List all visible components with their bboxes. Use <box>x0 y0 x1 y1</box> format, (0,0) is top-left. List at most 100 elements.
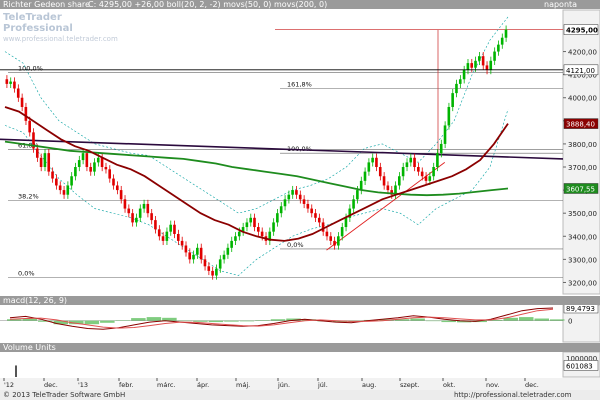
candle-body <box>146 203 150 214</box>
candle-body <box>466 63 470 71</box>
candle-body <box>443 125 447 144</box>
macd-panel-header: macd(12, 26, 9) <box>0 296 600 305</box>
candle-body <box>154 220 157 230</box>
x-axis-tick-label: febr. <box>119 381 134 389</box>
candle-body <box>329 236 333 241</box>
candle-body <box>234 236 237 241</box>
macd-signal-line <box>9 308 554 329</box>
candle-body <box>70 176 73 186</box>
candle-body <box>276 213 279 223</box>
x-axis-tick-label: júl. <box>317 381 328 389</box>
footer: © 2013 TeleTrader Software GmbH http://p… <box>0 390 600 400</box>
candle-body <box>455 83 458 94</box>
candle-body <box>401 167 405 177</box>
symbol-label: Richter Gedeon share <box>3 0 90 9</box>
candle-body <box>138 208 142 218</box>
x-axis-tick-label: máj. <box>236 381 250 389</box>
candle-body <box>119 190 123 200</box>
candle-body <box>249 217 252 223</box>
candle-body <box>489 60 493 71</box>
candle-body <box>481 56 485 66</box>
interval-label[interactable]: naponta <box>544 0 577 9</box>
candle-body <box>222 254 226 260</box>
candle-body <box>16 88 20 98</box>
candle-body <box>207 266 211 271</box>
candle-body <box>405 162 409 168</box>
fib-level-label: 100,0% <box>18 64 43 72</box>
price-axis-tick-label: 3800,00 <box>568 141 597 149</box>
candle-body <box>485 65 489 71</box>
x-axis-tick-label: szept. <box>400 381 420 389</box>
macd-histogram-bar <box>425 320 441 322</box>
candle-body <box>333 240 336 246</box>
price-panel[interactable]: 4200,004100,004000,003900,003800,003700,… <box>0 9 600 295</box>
price-axis-tick-label: 4200,00 <box>568 49 597 57</box>
candle-body <box>291 190 294 195</box>
volume-panel[interactable]: 1000000601083 <box>15 351 600 378</box>
footer-url[interactable]: http://professional.teletrader.com <box>454 390 571 400</box>
candle-body <box>245 222 249 228</box>
candle-body <box>108 169 111 179</box>
candle-body <box>386 185 390 191</box>
candle-body <box>96 157 100 163</box>
fib-level-label: 0,0% <box>287 241 304 249</box>
candle-body <box>447 106 451 126</box>
candle-body <box>359 180 363 191</box>
candle-body <box>504 29 508 38</box>
candle-body <box>257 227 260 232</box>
macd-histogram-bar <box>270 319 286 321</box>
macd-label: macd(12, 26, 9) <box>3 296 68 305</box>
candle-body <box>184 245 188 253</box>
macd-histogram-bar <box>534 318 549 321</box>
candle-body <box>20 97 24 107</box>
candle-body <box>116 185 119 191</box>
candle-body <box>436 153 439 168</box>
candle-body <box>211 270 214 276</box>
volume-bar <box>15 365 17 377</box>
candle-body <box>5 79 9 84</box>
candle-body <box>363 171 367 181</box>
candle-body <box>24 106 28 121</box>
price-axis-tick-label: 3400,00 <box>568 233 597 241</box>
fib-level-label: 161,8% <box>287 81 312 89</box>
candle-body <box>356 190 359 200</box>
candle-body <box>382 176 386 186</box>
macd-histogram-bar <box>255 320 270 321</box>
x-axis-background <box>0 378 600 390</box>
candle-body <box>397 176 401 186</box>
candle-body <box>55 178 58 186</box>
candle-body <box>135 217 138 223</box>
macd-histogram-bar <box>441 320 456 323</box>
candle-body <box>420 171 424 177</box>
candle-body <box>462 70 466 80</box>
candle-body <box>176 233 180 241</box>
candle-body <box>314 213 317 218</box>
candle-body <box>43 153 47 168</box>
candle-body <box>325 231 329 237</box>
candle-body <box>226 247 230 255</box>
trendline-support <box>326 162 446 251</box>
candle-body <box>371 157 374 163</box>
candle-body <box>180 240 184 246</box>
candle-body <box>428 176 432 181</box>
x-axis-tick-label: nov. <box>486 381 500 389</box>
candle-body <box>13 81 16 89</box>
candle-body <box>104 167 108 170</box>
candle-body <box>237 231 241 237</box>
candle-body <box>317 217 321 223</box>
fib-level-label: 0,0% <box>18 269 35 277</box>
candle-body <box>409 157 413 163</box>
candle-body <box>272 222 275 232</box>
price-tag-label: 3888,40 <box>566 121 595 129</box>
candle-body <box>375 157 378 168</box>
candle-body <box>417 167 420 172</box>
candle-body <box>458 79 462 84</box>
candle-body <box>131 213 134 223</box>
candle-body <box>9 81 12 84</box>
candle-body <box>230 240 233 248</box>
macd-panel[interactable]: 0 89,4793 <box>0 302 600 343</box>
fib-level-label: 38,2% <box>18 192 39 200</box>
x-axis-tick-label: '12 <box>4 381 14 389</box>
x-axis-tick-label: dec. <box>525 381 539 389</box>
stock-chart[interactable]: 4200,004100,004000,003900,003800,003700,… <box>0 0 600 400</box>
